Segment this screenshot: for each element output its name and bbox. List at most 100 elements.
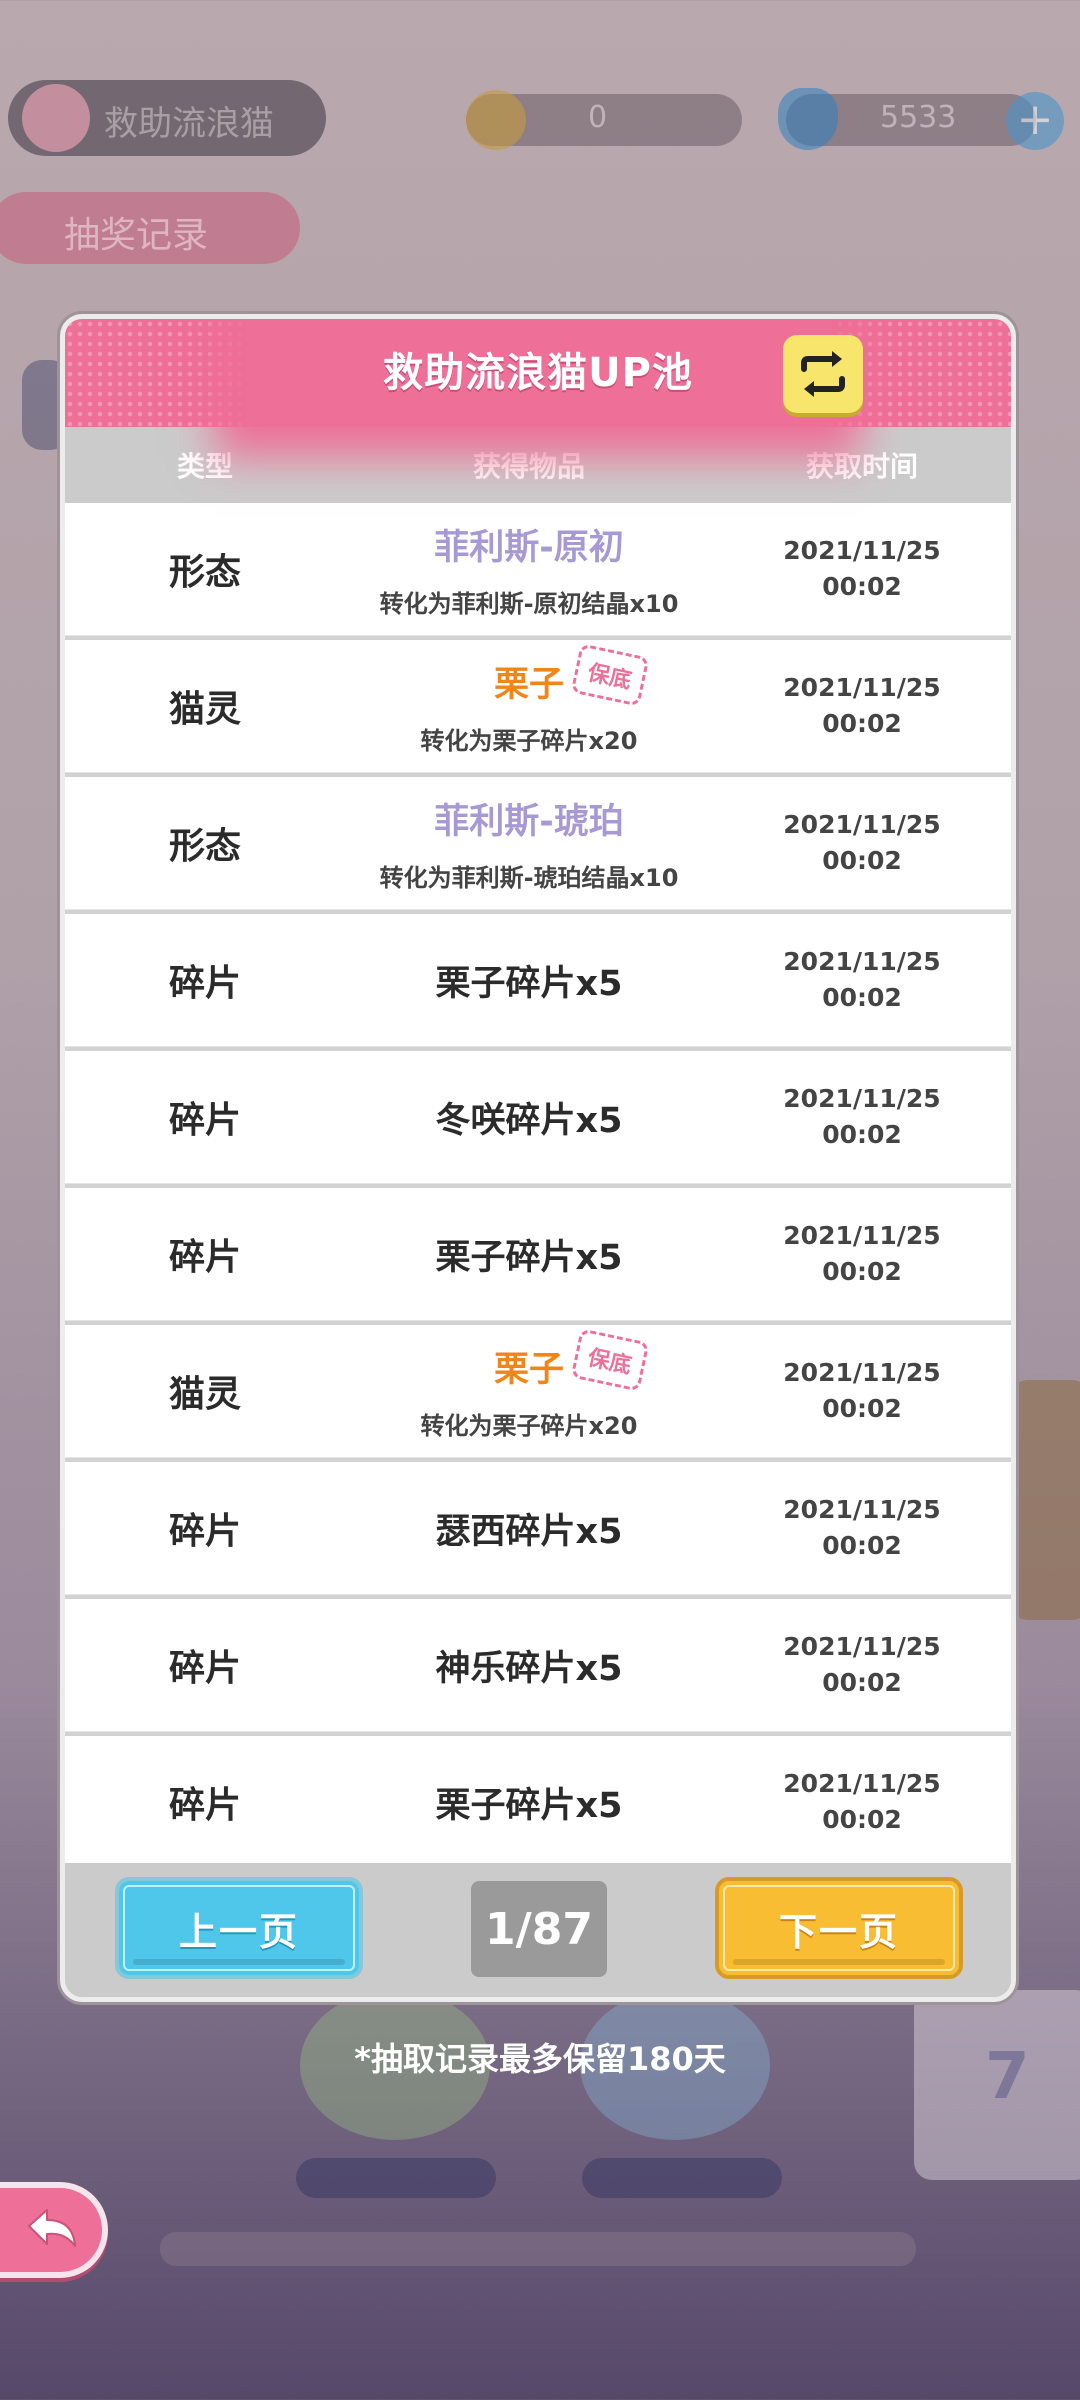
record-date: 2021/11/25 <box>783 673 941 702</box>
record-clock: 00:02 <box>822 709 902 738</box>
record-type: 猫灵 <box>168 689 241 730</box>
guarantee-badge: 保底 <box>570 1328 650 1392</box>
record-row: 碎片 冬咲碎片x5 2021/11/25 00:02 <box>65 1051 1011 1184</box>
record-item: 栗子 <box>493 1350 564 1390</box>
coin-value: 0 <box>588 100 608 135</box>
record-type: 碎片 <box>168 1100 241 1141</box>
record-clock: 00:02 <box>822 1257 902 1286</box>
record-time: 2021/11/25 00:02 <box>713 1081 1011 1153</box>
record-conversion: 转化为菲利斯-原初结晶x10 <box>379 590 679 618</box>
record-date: 2021/11/25 <box>783 1358 941 1387</box>
record-type: 形态 <box>168 826 241 867</box>
column-headers: 类型 获得物品 获取时间 <box>65 427 1011 503</box>
record-row: 碎片 栗子碎片x5 2021/11/25 00:02 <box>65 914 1011 1047</box>
page-indicator: 1/87 <box>471 1881 607 1977</box>
record-conversion: 转化为菲利斯-琥珀结晶x10 <box>379 864 679 892</box>
record-clock: 00:02 <box>822 572 902 601</box>
record-time: 2021/11/25 00:02 <box>713 807 1011 879</box>
record-date: 2021/11/25 <box>783 536 941 565</box>
background-box <box>1010 1380 1080 1620</box>
record-date: 2021/11/25 <box>783 1221 941 1250</box>
record-item-cell: 栗子 保底 转化为栗子碎片x20 <box>345 643 713 756</box>
record-type: 碎片 <box>168 1511 241 1552</box>
record-date: 2021/11/25 <box>783 1084 941 1113</box>
record-row: 形态 菲利斯-原初 转化为菲利斯-原初结晶x10 2021/11/25 00:0… <box>65 503 1011 636</box>
record-row: 猫灵 栗子 保底 转化为栗子碎片x20 2021/11/25 00:02 <box>65 1325 1011 1458</box>
record-type: 碎片 <box>168 1785 241 1826</box>
record-row: 碎片 栗子碎片x5 2021/11/25 00:02 <box>65 1188 1011 1321</box>
background-info-strip <box>160 2232 916 2266</box>
back-arrow-icon <box>28 2209 76 2247</box>
record-time: 2021/11/25 00:02 <box>713 1355 1011 1427</box>
record-time: 2021/11/25 00:02 <box>713 1492 1011 1564</box>
record-conversion: 转化为栗子碎片x20 <box>420 1412 638 1440</box>
record-item: 栗子碎片x5 <box>435 1237 623 1278</box>
record-clock: 00:02 <box>822 1120 902 1149</box>
record-type: 猫灵 <box>168 1374 241 1415</box>
back-button[interactable] <box>0 2182 108 2278</box>
record-list[interactable]: 形态 菲利斯-原初 转化为菲利斯-原初结晶x10 2021/11/25 00:0… <box>65 503 1011 1869</box>
background-record-tab-label: 抽奖记录 <box>64 215 209 256</box>
record-item-cell: 栗子碎片x5 <box>345 955 713 1006</box>
record-date: 2021/11/25 <box>783 810 941 839</box>
record-date: 2021/11/25 <box>783 947 941 976</box>
record-time: 2021/11/25 00:02 <box>713 1766 1011 1838</box>
column-header-time: 获取时间 <box>805 450 918 483</box>
record-type: 碎片 <box>168 963 241 1004</box>
record-item-cell: 菲利斯-琥珀 转化为菲利斯-琥珀结晶x10 <box>345 793 713 893</box>
record-clock: 00:02 <box>822 1394 902 1423</box>
record-item-cell: 瑟西碎片x5 <box>345 1503 713 1554</box>
record-clock: 00:02 <box>822 1668 902 1697</box>
record-item: 菲利斯-原初 <box>434 528 624 568</box>
record-type: 形态 <box>168 552 241 593</box>
record-item: 栗子 <box>493 665 564 705</box>
retention-note: *抽取记录最多保留180天 <box>354 2040 726 2078</box>
record-item-cell: 神乐碎片x5 <box>345 1640 713 1691</box>
column-header-type: 类型 <box>176 450 233 483</box>
gem-icon <box>778 88 838 150</box>
background-avatar <box>22 84 90 152</box>
record-date: 2021/11/25 <box>783 1769 941 1798</box>
record-item: 栗子碎片x5 <box>435 963 623 1004</box>
record-item-cell: 冬咲碎片x5 <box>345 1092 713 1143</box>
switch-arrows-icon <box>801 351 845 397</box>
record-item: 神乐碎片x5 <box>435 1648 623 1689</box>
record-clock: 00:02 <box>822 1805 902 1834</box>
record-row: 形态 菲利斯-琥珀 转化为菲利斯-琥珀结晶x10 2021/11/25 00:0… <box>65 777 1011 910</box>
record-time: 2021/11/25 00:02 <box>713 533 1011 605</box>
record-row: 碎片 神乐碎片x5 2021/11/25 00:02 <box>65 1599 1011 1732</box>
background-cost-bar-left <box>296 2158 496 2198</box>
record-item-cell: 栗子 保底 转化为栗子碎片x20 <box>345 1328 713 1441</box>
record-item-cell: 栗子碎片x5 <box>345 1777 713 1828</box>
record-item: 瑟西碎片x5 <box>435 1511 623 1552</box>
add-gem-icon: + <box>1006 92 1064 150</box>
coin-icon <box>466 90 526 150</box>
background-cost-bar-right <box>582 2158 782 2198</box>
record-row: 碎片 栗子碎片x5 2021/11/25 00:02 <box>65 1736 1011 1869</box>
gem-value: 5533 <box>880 100 957 135</box>
record-row: 碎片 瑟西碎片x5 2021/11/25 00:02 <box>65 1462 1011 1595</box>
pagination-bar: 上一页 1/87 下一页 <box>65 1863 1011 1997</box>
record-time: 2021/11/25 00:02 <box>713 1218 1011 1290</box>
record-date: 2021/11/25 <box>783 1632 941 1661</box>
prev-page-button[interactable]: 上一页 <box>115 1877 363 1979</box>
record-item-cell: 菲利斯-原初 转化为菲利斯-原初结晶x10 <box>345 519 713 619</box>
draw-record-modal: 救助流浪猫UP池 类型 获得物品 获取时间 形态 菲利斯-原初 转化为菲利斯-原… <box>60 314 1016 2002</box>
next-page-button[interactable]: 下一页 <box>715 1877 963 1979</box>
column-header-item: 获得物品 <box>472 450 585 483</box>
record-item: 栗子碎片x5 <box>435 1785 623 1826</box>
record-clock: 00:02 <box>822 983 902 1012</box>
record-time: 2021/11/25 00:02 <box>713 944 1011 1016</box>
modal-header: 救助流浪猫UP池 <box>65 319 1011 427</box>
record-clock: 00:02 <box>822 846 902 875</box>
modal-title: 救助流浪猫UP池 <box>383 350 693 396</box>
switch-pool-button[interactable] <box>783 335 863 413</box>
record-time: 2021/11/25 00:02 <box>713 670 1011 742</box>
record-row: 猫灵 栗子 保底 转化为栗子碎片x20 2021/11/25 00:02 <box>65 640 1011 773</box>
background-title: 救助流浪猫 <box>104 104 274 144</box>
record-item: 菲利斯-琥珀 <box>434 802 624 842</box>
record-clock: 00:02 <box>822 1531 902 1560</box>
record-conversion: 转化为栗子碎片x20 <box>420 727 638 755</box>
guarantee-badge: 保底 <box>570 643 650 707</box>
record-date: 2021/11/25 <box>783 1495 941 1524</box>
